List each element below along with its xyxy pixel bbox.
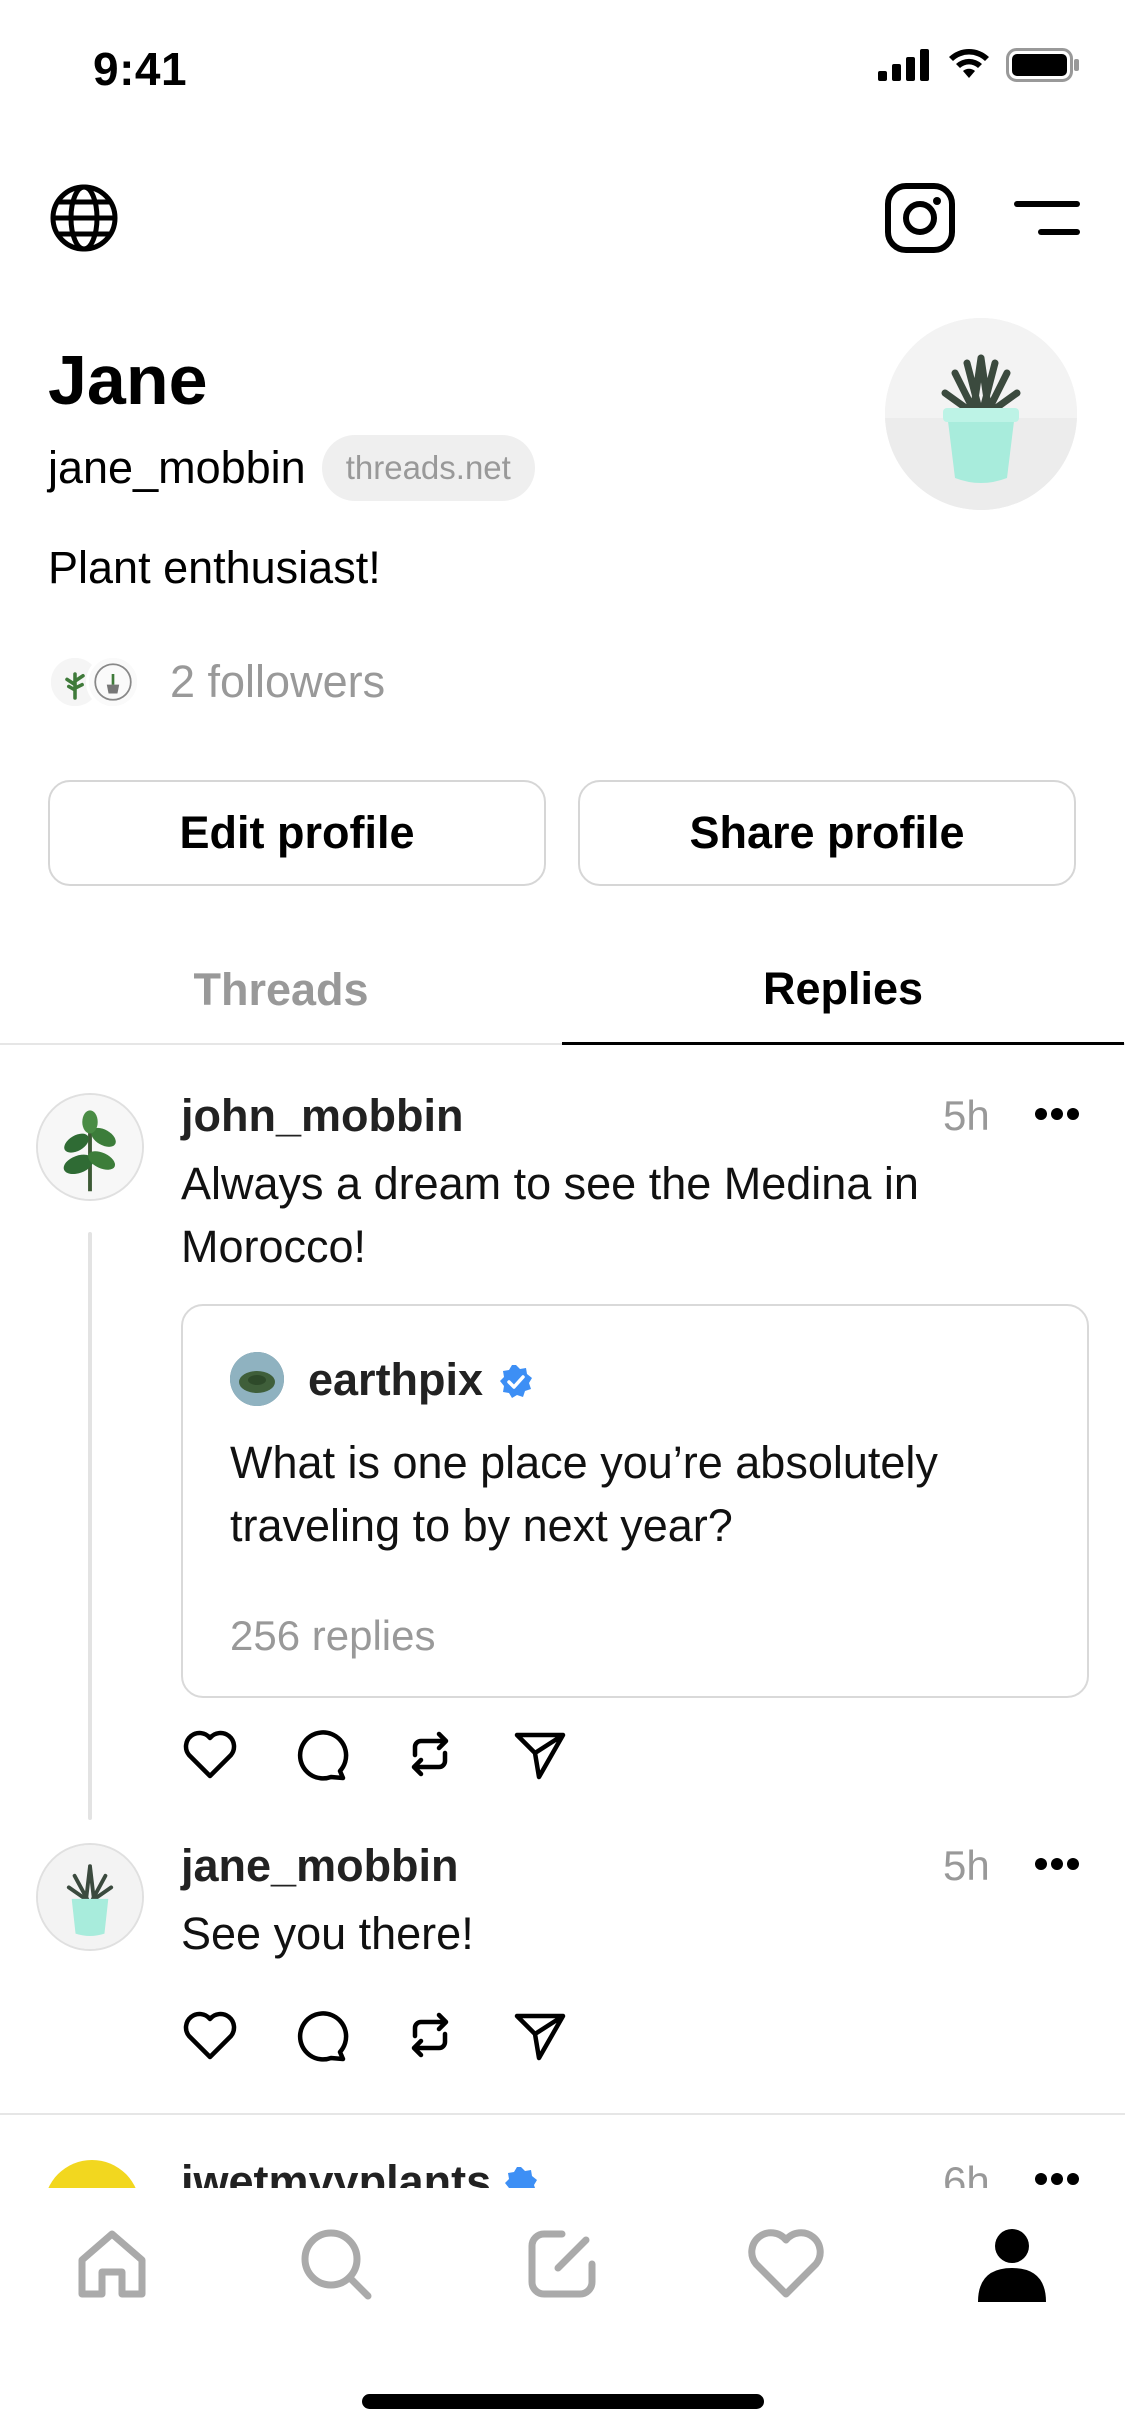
menu-icon[interactable]: [1014, 196, 1080, 240]
post-username[interactable]: john_mobbin: [181, 1090, 463, 1142]
quote-avatar: [230, 1352, 284, 1406]
compose-icon[interactable]: [522, 2224, 602, 2304]
profile-icon[interactable]: [972, 2224, 1052, 2304]
share-profile-button[interactable]: Share profile: [578, 780, 1076, 886]
post-avatar[interactable]: [44, 2160, 140, 2190]
search-icon[interactable]: [296, 2224, 376, 2304]
comment-icon[interactable]: [291, 1725, 349, 1783]
more-icon[interactable]: [1034, 2172, 1080, 2186]
wifi-icon: [949, 49, 989, 78]
status-icons: [878, 48, 1080, 82]
follower-avatar: [86, 655, 140, 709]
thread-line: [88, 1232, 92, 1820]
post-username[interactable]: iwetmyyplants: [181, 2156, 491, 2190]
comment-icon[interactable]: [291, 2006, 349, 2064]
tab-threads[interactable]: Threads: [0, 935, 562, 1045]
post-text: See you there!: [181, 1908, 474, 1959]
edit-profile-button[interactable]: Edit profile: [48, 780, 546, 886]
post-time: 6h: [943, 2158, 990, 2190]
battery-icon: [1006, 48, 1079, 82]
verified-badge-icon: [500, 1365, 532, 1398]
post-avatar[interactable]: [36, 1093, 144, 1201]
verified-badge-icon: [505, 2167, 537, 2190]
domain-badge[interactable]: threads.net: [321, 435, 535, 501]
post-time: 5h: [943, 1842, 990, 1889]
quote-text-line: What is one place you’re absolutely: [230, 1437, 938, 1488]
more-icon[interactable]: [1034, 1107, 1080, 1121]
post-text: Always a dream to see the Medina in Moro…: [181, 1152, 919, 1278]
home-icon[interactable]: [72, 2224, 152, 2304]
quote-username[interactable]: earthpix: [308, 1354, 483, 1406]
heart-icon[interactable]: [181, 2006, 239, 2064]
quote-replies-count[interactable]: 256 replies: [230, 1612, 435, 1660]
instagram-icon[interactable]: [884, 182, 956, 254]
activity-icon[interactable]: [746, 2224, 826, 2304]
profile-tabs: Threads Replies: [0, 935, 1125, 1045]
post-actions: [181, 2006, 569, 2064]
globe-icon[interactable]: [48, 182, 120, 254]
signal-icon: [878, 49, 929, 81]
heart-icon[interactable]: [181, 1725, 239, 1783]
share-icon[interactable]: [511, 2006, 569, 2064]
followers-row[interactable]: 2 followers: [48, 655, 385, 709]
profile-avatar[interactable]: [885, 318, 1077, 510]
quoted-post[interactable]: earthpix What is one place you’re absolu…: [181, 1304, 1089, 1698]
post-divider: [0, 2113, 1125, 2115]
home-indicator[interactable]: [362, 2394, 764, 2409]
post-text-line: Morocco!: [181, 1221, 367, 1272]
post-avatar[interactable]: [36, 1843, 144, 1951]
repost-icon[interactable]: [401, 1725, 459, 1783]
more-icon[interactable]: [1034, 1857, 1080, 1871]
tab-replies[interactable]: Replies: [562, 935, 1124, 1045]
post-username[interactable]: jane_mobbin: [181, 1840, 459, 1892]
post-time: 5h: [943, 1092, 990, 1139]
share-icon[interactable]: [511, 1725, 569, 1783]
repost-icon[interactable]: [401, 2006, 459, 2064]
profile-name: Jane: [48, 341, 208, 419]
handle-row: jane_mobbin threads.net: [48, 435, 535, 501]
status-time: 9:41: [93, 43, 188, 95]
status-bar: 9:41: [0, 0, 1125, 140]
post-peek: iwetmyyplants 6h: [0, 2150, 1125, 2190]
quote-text-line: traveling to by next year?: [230, 1500, 733, 1551]
post-text-line: Always a dream to see the Medina in: [181, 1158, 919, 1209]
post-actions: [181, 1725, 569, 1783]
profile-bio: Plant enthusiast!: [48, 542, 381, 593]
quote-text: What is one place you’re absolutely trav…: [230, 1431, 1050, 1557]
profile-handle: jane_mobbin: [48, 442, 306, 493]
followers-count: 2 followers: [170, 656, 386, 707]
plant-pot-image: [885, 318, 1077, 510]
